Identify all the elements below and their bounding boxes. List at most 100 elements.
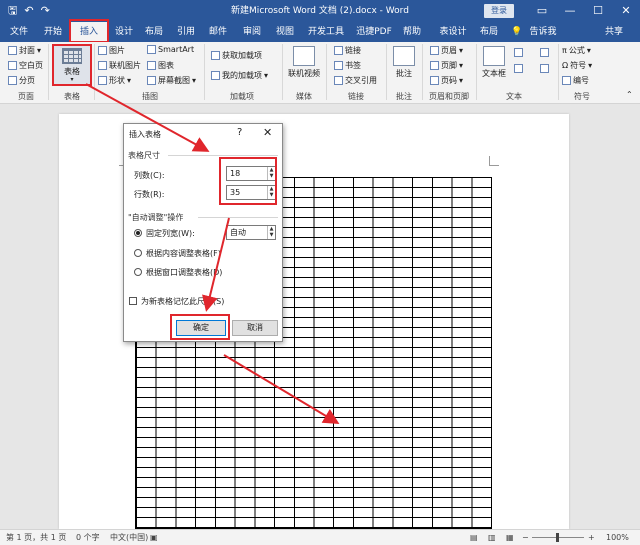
header-icon [430, 46, 439, 55]
omega-icon: Ω [562, 61, 569, 70]
picture-icon [98, 46, 107, 55]
remember-size-checkbox[interactable] [129, 297, 137, 305]
help-icon[interactable]: ? [237, 127, 242, 138]
undo-icon[interactable]: ↶ [24, 0, 33, 22]
tab-references[interactable]: 引用 [172, 22, 200, 42]
online-picture-button[interactable]: 联机图片 [98, 60, 141, 71]
symbol-button[interactable]: Ω 符号 ▾ [562, 60, 592, 71]
rows-label: 行数(R): [134, 190, 165, 199]
equation-button[interactable]: π 公式 ▾ [562, 45, 591, 56]
ribbon: 封面 ▾ 空白页 分页 页面 表格 图片 联机图片 形状 ▾ SmartArt 图表… [0, 42, 640, 104]
tab-design[interactable]: 设计 [110, 22, 138, 42]
footer-button[interactable]: 页脚 ▾ [430, 60, 463, 71]
textbox-icon [483, 46, 505, 66]
link-button[interactable]: 链接 [334, 45, 361, 56]
redo-icon[interactable]: ↷ [41, 0, 50, 22]
signature-line-icon[interactable] [540, 48, 549, 57]
smartart-button[interactable]: SmartArt [147, 45, 194, 54]
page-break-button[interactable]: 分页 [8, 75, 35, 86]
chart-icon [147, 61, 156, 70]
tab-table-layout[interactable]: 布局 [476, 22, 502, 42]
page-count[interactable]: 第 1 页，共 1 页 [6, 530, 66, 545]
addins-icon [211, 71, 220, 80]
group-label-links: 链接 [348, 92, 364, 101]
group-label-tables: 表格 [64, 92, 80, 101]
chart-button[interactable]: 图表 [147, 60, 174, 71]
ok-button-highlight [170, 314, 230, 340]
tab-help[interactable]: 帮助 [398, 22, 426, 42]
dialog-close-icon[interactable]: ✕ [263, 126, 272, 139]
group-label-comments: 批注 [396, 92, 412, 101]
cross-reference-button[interactable]: 交叉引用 [334, 75, 377, 86]
textbox-button[interactable]: 文本框 [480, 46, 508, 79]
autofit-window-radio[interactable] [134, 268, 142, 276]
screenshot-button[interactable]: 屏幕截图 ▾ [147, 75, 196, 86]
online-picture-icon [98, 61, 107, 70]
wordart-icon[interactable] [514, 64, 523, 73]
tab-home[interactable]: 开始 [38, 22, 68, 42]
object-icon[interactable] [540, 64, 549, 73]
tab-view[interactable]: 视图 [271, 22, 299, 42]
my-addins-button[interactable]: 我的加载项 ▾ [211, 70, 268, 81]
autofit-window-label: 根据窗口调整表格(D) [146, 268, 223, 277]
language[interactable]: 中文(中国) [110, 530, 148, 545]
autofit-section: "自动调整"操作 [128, 213, 184, 222]
maximize-icon[interactable]: ☐ [584, 0, 612, 22]
store-icon [211, 51, 220, 60]
word-count[interactable]: 0 个字 [76, 530, 100, 545]
page-break-icon [8, 76, 17, 85]
blank-page-button[interactable]: 空白页 [8, 60, 43, 71]
picture-button[interactable]: 图片 [98, 45, 125, 56]
shapes-button[interactable]: 形状 ▾ [98, 75, 131, 86]
numbering-button[interactable]: 编号 [562, 75, 589, 86]
save-icon[interactable]: 🖫 [8, 0, 17, 22]
share-button[interactable]: 共享 [596, 22, 632, 42]
collapse-ribbon-icon[interactable]: ⌃ [626, 90, 633, 99]
close-icon[interactable]: ✕ [612, 0, 640, 22]
ribbon-display-icon[interactable]: ▭ [528, 0, 556, 22]
zoom-out-button[interactable]: − [522, 530, 529, 545]
read-mode-icon[interactable]: ▥ [488, 530, 496, 545]
comment-button[interactable]: 批注 [390, 46, 418, 79]
tab-layout[interactable]: 布局 [140, 22, 168, 42]
link-icon [334, 46, 343, 55]
get-addins-button[interactable]: 获取加载项 [211, 50, 262, 61]
group-label-media: 媒体 [296, 92, 312, 101]
print-layout-icon[interactable]: ▦ [506, 530, 514, 545]
quick-parts-icon[interactable] [514, 48, 523, 57]
cancel-button[interactable]: 取消 [232, 320, 278, 336]
insert-tab-highlight [69, 19, 109, 43]
header-button[interactable]: 页眉 ▾ [430, 45, 463, 56]
login-button[interactable]: 登录 [484, 4, 514, 18]
group-label-text: 文本 [506, 92, 522, 101]
tab-pdf[interactable]: 迅捷PDF [354, 22, 394, 42]
zoom-level[interactable]: 100% [606, 530, 629, 545]
online-video-button[interactable]: 联机视频 [286, 46, 322, 79]
bookmark-button[interactable]: 书签 [334, 60, 361, 71]
autofit-content-radio[interactable] [134, 249, 142, 257]
lightbulb-icon[interactable]: 💡 [510, 22, 524, 42]
cover-page-button[interactable]: 封面 ▾ [8, 45, 41, 56]
page-number-button[interactable]: 页码 ▾ [430, 75, 463, 86]
smartart-icon [147, 45, 156, 54]
minimize-icon[interactable]: — [556, 0, 584, 22]
columns-label: 列数(C): [134, 171, 165, 180]
margin-corner-tr [489, 156, 499, 166]
tab-review[interactable]: 审阅 [238, 22, 266, 42]
tab-file[interactable]: 文件 [4, 22, 34, 42]
zoom-slider-thumb[interactable] [556, 533, 559, 542]
page-number-icon [430, 76, 439, 85]
tab-developer[interactable]: 开发工具 [306, 22, 346, 42]
footer-icon [430, 61, 439, 70]
zoom-in-button[interactable]: + [588, 530, 595, 545]
pi-icon: π [562, 46, 567, 55]
tab-table-design[interactable]: 表设计 [434, 22, 472, 42]
tell-me-search[interactable]: 告诉我 [526, 22, 560, 42]
macro-icon[interactable]: ▣ [150, 530, 158, 545]
group-label-header-footer: 页眉和页脚 [429, 92, 469, 101]
fixed-width-spinner-icon[interactable]: ▲ ▼ [267, 226, 275, 239]
tab-mailings[interactable]: 邮件 [204, 22, 232, 42]
fixed-width-input[interactable]: 自动 ▲ ▼ [226, 225, 276, 240]
focus-mode-icon[interactable]: ▤ [470, 530, 478, 545]
fixed-width-radio[interactable] [134, 229, 142, 237]
